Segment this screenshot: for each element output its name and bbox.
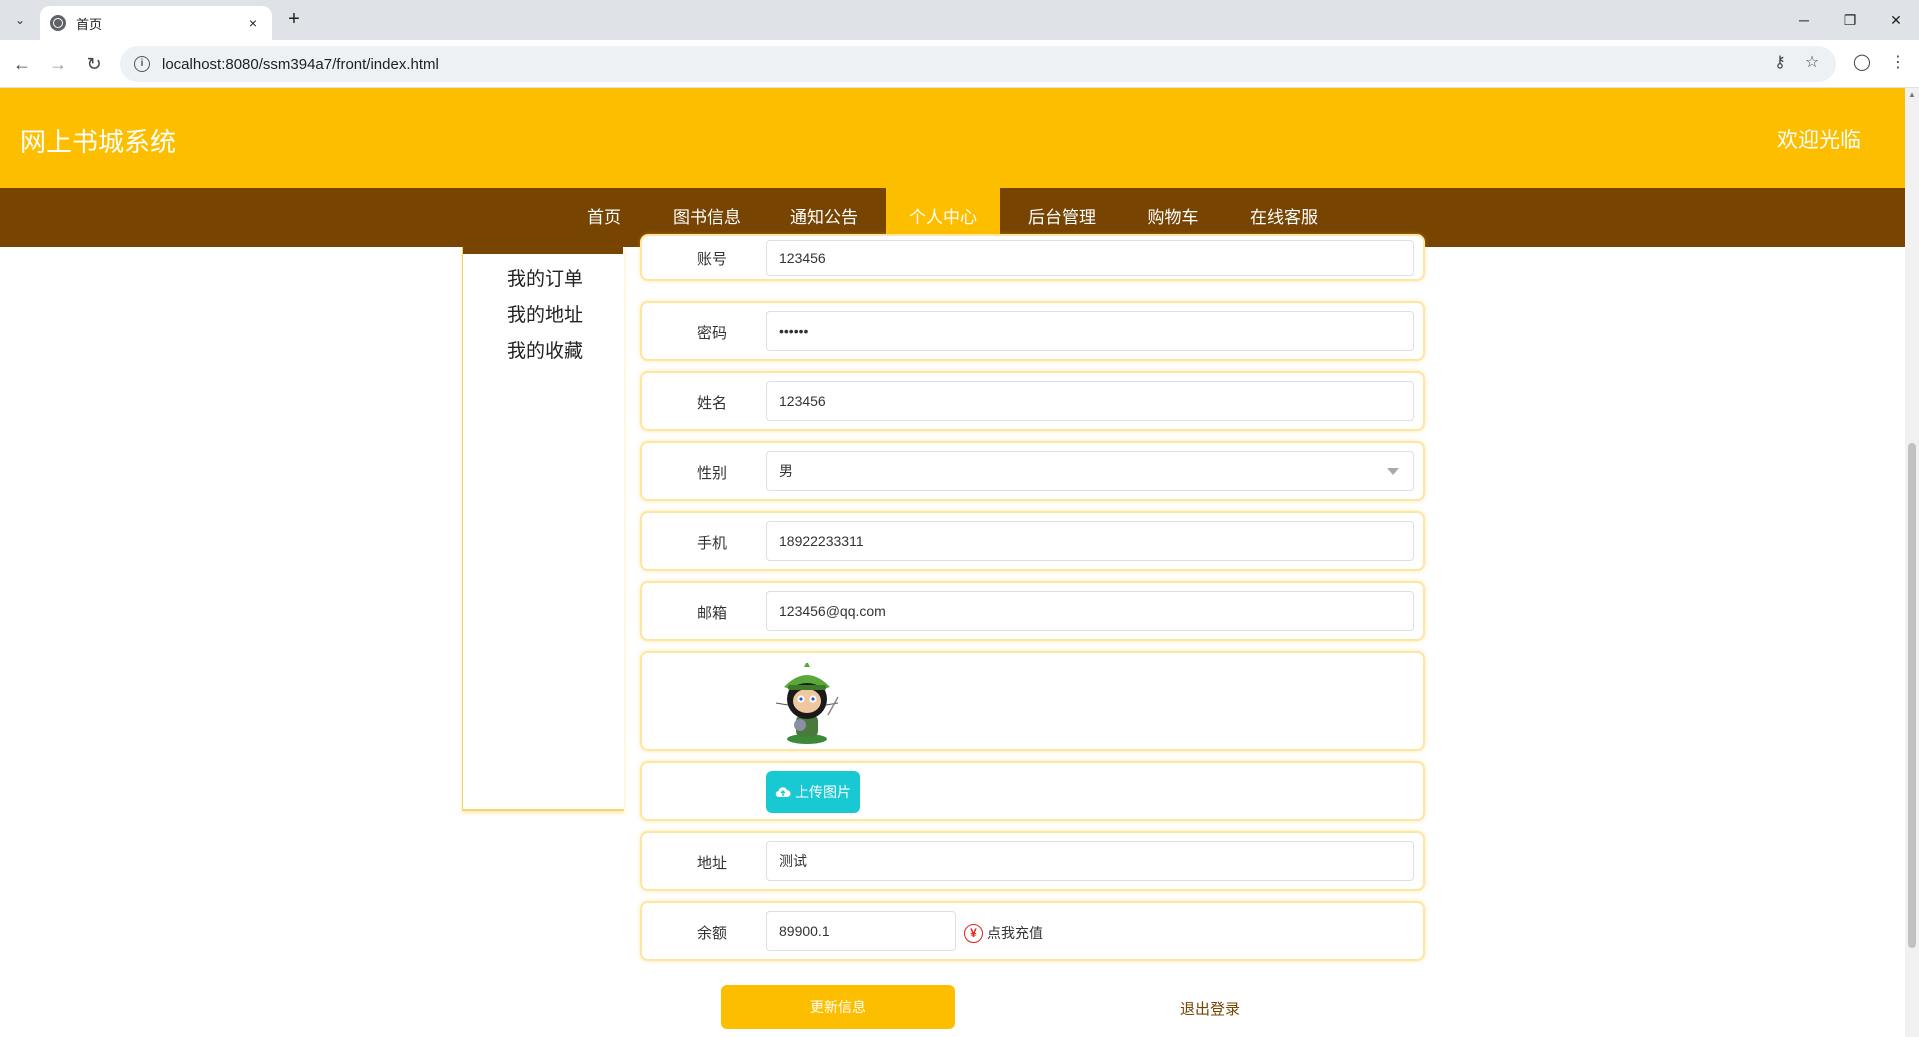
- gender-selected-value: 男: [779, 463, 793, 479]
- form-row-name: 姓名 123456: [640, 371, 1425, 431]
- password-input[interactable]: ••••••: [766, 311, 1414, 351]
- minimize-button[interactable]: ─: [1781, 0, 1827, 40]
- balance-label: 余额: [696, 925, 727, 942]
- side-menu: 我的订单 我的地址 我的收藏: [462, 247, 624, 811]
- tab-close-icon[interactable]: ×: [244, 15, 262, 31]
- bookmark-star-icon[interactable]: ☆: [1801, 52, 1823, 72]
- welcome-text: 欢迎光临: [1777, 129, 1861, 152]
- gender-label: 性别: [696, 465, 727, 482]
- form-row-upload: 上传图片: [640, 761, 1425, 821]
- new-tab-button[interactable]: +: [282, 8, 306, 32]
- site-info-icon[interactable]: i: [134, 56, 150, 72]
- form-row-balance: 余额 89900.1 ¥ 点我充值: [640, 901, 1425, 961]
- email-input[interactable]: 123456@qq.com: [766, 591, 1414, 631]
- cloud-upload-icon: [775, 787, 791, 798]
- password-key-icon[interactable]: ⚷: [1769, 52, 1791, 72]
- upload-image-button[interactable]: 上传图片: [766, 771, 860, 813]
- back-button[interactable]: ←: [10, 52, 34, 76]
- phone-input[interactable]: 18922233311: [766, 521, 1414, 561]
- avatar-image: [775, 663, 839, 744]
- address-label: 地址: [696, 855, 727, 872]
- form-row-phone: 手机 18922233311: [640, 511, 1425, 571]
- name-input[interactable]: 123456: [766, 381, 1414, 421]
- tab-search-icon[interactable]: ⌄: [8, 8, 32, 32]
- profile-icon[interactable]: ◯: [1851, 52, 1873, 72]
- browser-tab[interactable]: 首页 ×: [40, 6, 272, 40]
- page-scrollbar[interactable]: ▲: [1905, 88, 1919, 1037]
- address-bar-row: ← → ↻ i localhost:8080/ssm394a7/front/in…: [0, 40, 1919, 88]
- scroll-up-arrow-icon[interactable]: ▲: [1908, 90, 1916, 99]
- yen-icon: ¥: [964, 923, 983, 943]
- email-label: 邮箱: [696, 605, 727, 622]
- balance-input[interactable]: 89900.1: [766, 911, 956, 951]
- form-row-avatar: [640, 651, 1425, 751]
- account-input[interactable]: 123456: [766, 240, 1414, 276]
- side-item-addresses[interactable]: 我的地址: [507, 300, 583, 327]
- logout-button[interactable]: 退出登录: [1180, 998, 1240, 1019]
- account-label: 账号: [696, 251, 727, 268]
- url-text[interactable]: localhost:8080/ssm394a7/front/index.html: [162, 56, 439, 73]
- gender-select[interactable]: 男: [766, 451, 1414, 491]
- recharge-link[interactable]: ¥ 点我充值: [964, 923, 1043, 943]
- phone-label: 手机: [696, 535, 727, 552]
- restore-button[interactable]: ❐: [1827, 0, 1873, 40]
- chevron-down-icon: [1387, 468, 1399, 475]
- update-info-button[interactable]: 更新信息: [721, 985, 955, 1029]
- name-label: 姓名: [696, 395, 727, 412]
- site-header: 网上书城系统 欢迎光临: [0, 88, 1905, 188]
- password-label: 密码: [696, 325, 727, 342]
- address-input[interactable]: 测试: [766, 841, 1414, 881]
- form-row-address: 地址 测试: [640, 831, 1425, 891]
- globe-icon: [50, 15, 66, 31]
- browser-tab-strip: ⌄ 首页 × + ─ ❐ ✕: [0, 0, 1919, 40]
- upload-image-label: 上传图片: [795, 784, 851, 800]
- side-item-favorites[interactable]: 我的收藏: [507, 336, 583, 363]
- reload-button[interactable]: ↻: [82, 52, 106, 76]
- side-item-orders[interactable]: 我的订单: [507, 264, 583, 291]
- nav-home[interactable]: 首页: [574, 188, 634, 247]
- window-close-button[interactable]: ✕: [1873, 0, 1919, 40]
- form-row-email: 邮箱 123456@qq.com: [640, 581, 1425, 641]
- browser-menu-icon[interactable]: ⋮: [1887, 52, 1909, 72]
- address-bar[interactable]: i localhost:8080/ssm394a7/front/index.ht…: [120, 46, 1836, 82]
- recharge-label: 点我充值: [987, 925, 1043, 941]
- form-row-account: 账号 123456: [640, 234, 1425, 281]
- browser-tab-title: 首页: [76, 16, 103, 32]
- form-row-gender: 性别 男: [640, 441, 1425, 501]
- web-page: 网上书城系统 欢迎光临 首页 图书信息 通知公告 个人中心 后台管理 购物车 在…: [0, 88, 1905, 1037]
- forward-button[interactable]: →: [46, 52, 70, 76]
- form-row-password: 密码 ••••••: [640, 301, 1425, 361]
- site-title: 网上书城系统: [20, 127, 177, 157]
- scrollbar-thumb[interactable]: [1908, 443, 1916, 948]
